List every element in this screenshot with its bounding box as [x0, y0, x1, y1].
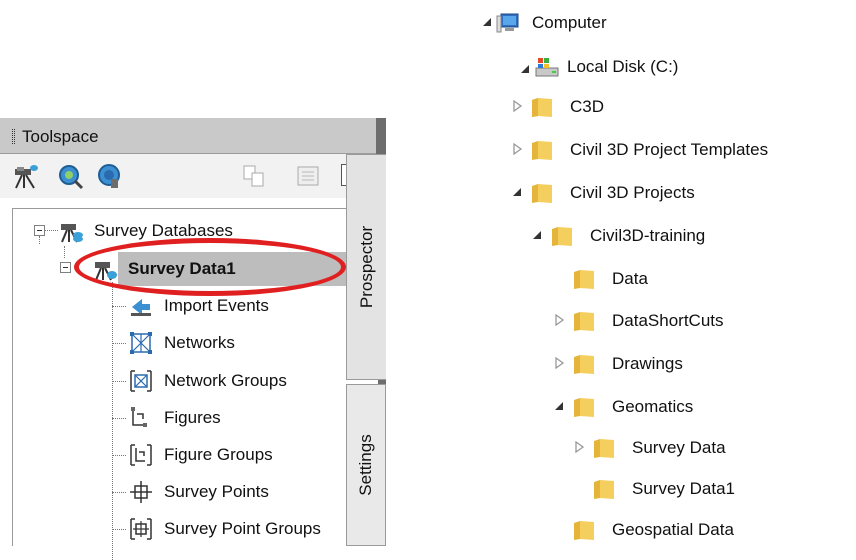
tree-item-figures[interactable]: Figures: [128, 401, 221, 435]
folder-icon: [574, 355, 594, 374]
figure-groups-icon: [130, 444, 152, 466]
collapsed-arrow-icon[interactable]: [553, 314, 565, 326]
toolspace-title-bar[interactable]: Toolspace: [0, 118, 386, 154]
tree-label: Network Groups: [164, 371, 287, 390]
toolspace-title: Toolspace: [22, 127, 99, 146]
expanded-arrow-icon[interactable]: [553, 400, 565, 412]
query-icon[interactable]: [56, 162, 84, 190]
collapsed-arrow-icon[interactable]: [573, 441, 585, 453]
explorer-label: Geospatial Data: [612, 520, 734, 539]
explorer-item-civil-3d-projects[interactable]: Civil 3D Projects: [530, 173, 695, 213]
explorer-item-local-disk[interactable]: Local Disk (C:): [535, 47, 678, 87]
import-events-icon: [131, 299, 151, 316]
explorer-item-geomatics[interactable]: Geomatics: [572, 387, 693, 427]
collapse-survey-data1-button[interactable]: [60, 262, 71, 273]
explorer-label: C3D: [570, 97, 605, 116]
tab-label: Settings: [356, 434, 375, 496]
folder-icon: [574, 521, 594, 540]
tree-label: Survey Points: [164, 482, 269, 501]
tab-label: Prospector: [356, 225, 376, 309]
collapse-survey-databases-button[interactable]: [34, 225, 45, 236]
survey-points-icon: [130, 481, 152, 503]
expanded-arrow-icon[interactable]: [511, 186, 523, 198]
explorer-item-c3d[interactable]: C3D: [530, 87, 604, 127]
tree-item-survey-points[interactable]: Survey Points: [128, 475, 269, 509]
explorer-label: Data: [612, 269, 648, 288]
tree-label: Figures: [164, 408, 221, 427]
tree-item-survey-point-groups[interactable]: Survey Point Groups: [128, 512, 321, 546]
explorer-label: Drawings: [612, 354, 683, 373]
survey-point-groups-icon: [130, 518, 152, 540]
item-view-icon[interactable]: [294, 162, 322, 190]
explorer-label: Civil3D-training: [590, 226, 706, 245]
tree-item-networks[interactable]: Networks: [128, 326, 235, 360]
tree-label: Import Events: [164, 296, 269, 315]
tree-item-figure-groups[interactable]: Figure Groups: [128, 438, 273, 472]
explorer-item-data[interactable]: Data: [572, 259, 648, 299]
tab-settings[interactable]: Settings: [346, 384, 386, 546]
folder-icon: [594, 439, 614, 458]
explorer-label: Computer: [532, 13, 607, 32]
expanded-arrow-icon[interactable]: [519, 63, 531, 75]
toolspace-toolbar: [0, 154, 376, 198]
tree-label: Survey Point Groups: [164, 519, 321, 538]
explorer-label: Local Disk (C:): [567, 57, 679, 76]
folder-icon: [574, 398, 594, 417]
explorer-label: Survey Data: [632, 438, 726, 457]
explorer-label: Geomatics: [612, 397, 694, 416]
tree-label: Networks: [164, 333, 235, 352]
explorer-label: Civil 3D Projects: [570, 183, 695, 202]
figures-icon: [131, 407, 147, 427]
folder-icon: [552, 227, 572, 246]
annotation-highlight-ellipse: [74, 238, 346, 296]
explorer-item-drawings[interactable]: Drawings: [572, 344, 683, 384]
folder-icon: [532, 184, 552, 203]
tree-label: Figure Groups: [164, 445, 273, 464]
collapsed-arrow-icon[interactable]: [511, 100, 523, 112]
survey-user-settings-icon[interactable]: [96, 162, 124, 190]
explorer-item-survey-data[interactable]: Survey Data: [592, 428, 726, 468]
folder-icon: [574, 270, 594, 289]
explorer-label: Survey Data1: [632, 479, 735, 498]
expanded-arrow-icon[interactable]: [481, 16, 493, 28]
networks-icon: [130, 332, 152, 354]
computer-icon: [496, 13, 519, 33]
explorer-item-civil3d-training[interactable]: Civil3D-training: [550, 216, 705, 256]
grip-handle-icon[interactable]: [12, 129, 15, 144]
folder-icon: [532, 98, 552, 117]
local-disk-icon: [535, 58, 559, 77]
tab-prospector[interactable]: Prospector: [346, 154, 386, 380]
collapsed-arrow-icon[interactable]: [511, 143, 523, 155]
folder-icon: [574, 312, 594, 331]
explorer-item-computer[interactable]: Computer: [496, 3, 607, 43]
explorer-item-civil-3d-project-templates[interactable]: Civil 3D Project Templates: [530, 130, 768, 170]
explorer-label: Civil 3D Project Templates: [570, 140, 769, 159]
explorer-item-geospatial-data[interactable]: Geospatial Data: [572, 510, 734, 550]
survey-database-icon[interactable]: [12, 162, 40, 190]
tree-item-network-groups[interactable]: Network Groups: [128, 364, 287, 398]
folder-icon: [594, 480, 614, 499]
survey-databases-icon: [61, 224, 83, 243]
network-groups-icon: [130, 370, 152, 392]
explorer-item-survey-data1[interactable]: Survey Data1: [592, 469, 735, 509]
copy-icon[interactable]: [240, 162, 268, 190]
explorer-item-datashortcuts[interactable]: DataShortCuts: [572, 301, 724, 341]
collapsed-arrow-icon[interactable]: [553, 357, 565, 369]
expanded-arrow-icon[interactable]: [531, 229, 543, 241]
folder-icon: [532, 141, 552, 160]
explorer-label: DataShortCuts: [612, 311, 724, 330]
